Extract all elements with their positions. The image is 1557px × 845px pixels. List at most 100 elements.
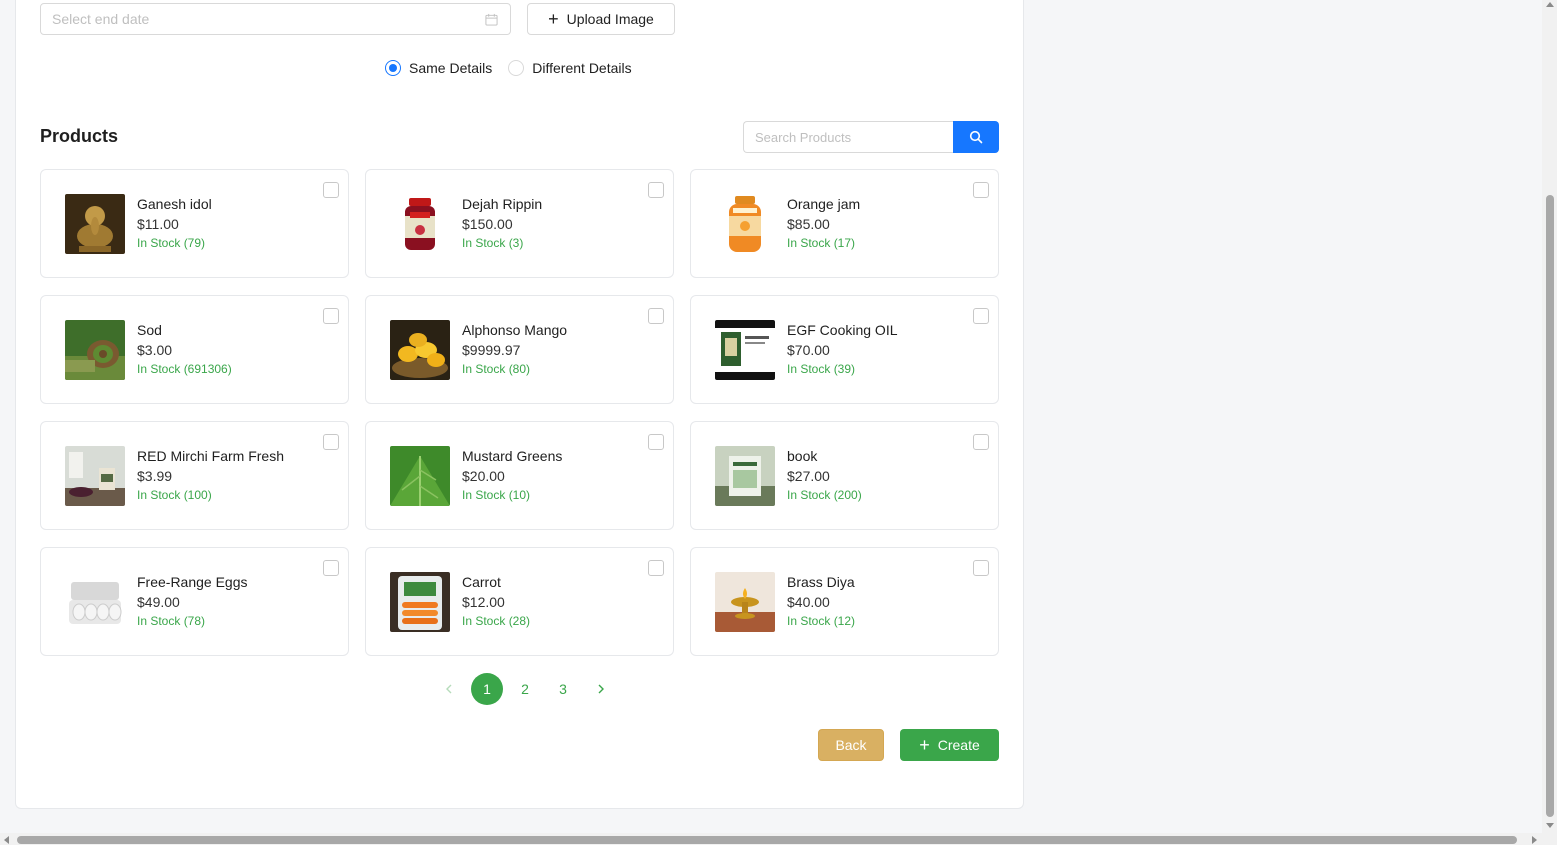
search-products-input[interactable]: [743, 121, 953, 153]
scroll-left-icon[interactable]: [4, 836, 9, 844]
product-card[interactable]: Brass Diya $40.00 In Stock (12): [690, 547, 999, 656]
product-card[interactable]: RED Mirchi Farm Fresh $3.99 In Stock (10…: [40, 421, 349, 530]
oil-tin-image: [715, 320, 775, 380]
upload-image-label: Upload Image: [566, 11, 654, 27]
radio-different-label: Different Details: [532, 60, 632, 76]
product-stock: In Stock (80): [462, 362, 531, 376]
scroll-down-icon[interactable]: [1546, 823, 1554, 828]
product-checkbox[interactable]: [323, 308, 339, 324]
product-price: $150.00: [462, 216, 513, 232]
product-stock: In Stock (79): [137, 236, 206, 250]
product-checkbox[interactable]: [323, 182, 339, 198]
sod-roll-image: [65, 320, 125, 380]
product-checkbox[interactable]: [648, 560, 664, 576]
product-price: $11.00: [137, 216, 179, 232]
product-search: [743, 121, 999, 153]
product-checkbox[interactable]: [973, 182, 989, 198]
product-card[interactable]: Mustard Greens $20.00 In Stock (10): [365, 421, 674, 530]
product-card[interactable]: Carrot $12.00 In Stock (28): [365, 547, 674, 656]
orange-jam-image: [715, 194, 775, 254]
product-stock: In Stock (78): [137, 614, 206, 628]
scroll-up-icon[interactable]: [1546, 2, 1554, 7]
product-name: Brass Diya: [787, 574, 855, 590]
product-card[interactable]: Free-Range Eggs $49.00 In Stock (78): [40, 547, 349, 656]
end-date-field[interactable]: [40, 3, 511, 35]
ganesh-idol-image: [65, 194, 125, 254]
product-name: Sod: [137, 322, 162, 338]
product-card[interactable]: Orange jam $85.00 In Stock (17): [690, 169, 999, 278]
product-checkbox[interactable]: [973, 308, 989, 324]
product-stock: In Stock (28): [462, 614, 531, 628]
create-button[interactable]: + Create: [900, 729, 999, 761]
product-name: Alphonso Mango: [462, 322, 568, 338]
radio-same-dot[interactable]: [385, 60, 401, 76]
product-name: Orange jam: [787, 196, 861, 212]
product-price: $70.00: [787, 342, 830, 358]
product-name: Ganesh idol: [137, 196, 212, 212]
prev-page-button[interactable]: [433, 673, 465, 705]
product-stock: In Stock (17): [787, 236, 856, 250]
product-card[interactable]: Dejah Rippin $150.00 In Stock (3): [365, 169, 674, 278]
radio-different-dot[interactable]: [508, 60, 525, 76]
page-2-button[interactable]: 2: [509, 673, 541, 705]
plus-icon: +: [548, 9, 559, 29]
plus-icon: +: [919, 735, 930, 755]
next-page-button[interactable]: [585, 673, 617, 705]
scroll-right-icon[interactable]: [1532, 836, 1537, 844]
search-icon: [969, 130, 983, 144]
product-price: $85.00: [787, 216, 830, 232]
back-button[interactable]: Back: [818, 729, 884, 761]
upload-image-button[interactable]: + Upload Image: [527, 3, 675, 35]
product-name: EGF Cooking OIL: [787, 322, 898, 338]
product-checkbox[interactable]: [323, 434, 339, 450]
products-heading: Products: [40, 126, 119, 146]
product-price: $40.00: [787, 594, 830, 610]
product-name: RED Mirchi Farm Fresh: [137, 448, 285, 464]
horizontal-scrollbar[interactable]: [0, 833, 1557, 845]
vertical-scrollbar[interactable]: [1542, 0, 1557, 833]
product-card[interactable]: Ganesh idol $11.00 In Stock (79): [40, 169, 349, 278]
product-card[interactable]: Alphonso Mango $9999.97 In Stock (80): [365, 295, 674, 404]
product-stock: In Stock (10): [462, 488, 531, 502]
product-checkbox[interactable]: [648, 434, 664, 450]
product-checkbox[interactable]: [973, 434, 989, 450]
vertical-scroll-thumb[interactable]: [1546, 195, 1554, 817]
product-card[interactable]: EGF Cooking OIL $70.00 In Stock (39): [690, 295, 999, 404]
mirchi-pack-image: [65, 446, 125, 506]
product-checkbox[interactable]: [648, 182, 664, 198]
details-radio-group: Same Details Different Details: [385, 60, 632, 76]
product-card[interactable]: book $27.00 In Stock (200): [690, 421, 999, 530]
product-name: Free-Range Eggs: [137, 574, 248, 590]
product-checkbox[interactable]: [973, 560, 989, 576]
page-3-button[interactable]: 3: [547, 673, 579, 705]
product-price: $20.00: [462, 468, 505, 484]
product-card[interactable]: Sod $3.00 In Stock (691306): [40, 295, 349, 404]
radio-different-details[interactable]: Different Details: [508, 60, 632, 76]
jam-jar-image: [390, 194, 450, 254]
product-stock: In Stock (39): [787, 362, 856, 376]
calendar-icon: [485, 13, 498, 26]
product-stock: In Stock (691306): [137, 362, 232, 376]
radio-same-label: Same Details: [409, 60, 493, 76]
product-checkbox[interactable]: [648, 308, 664, 324]
chevron-right-icon: [598, 684, 604, 694]
horizontal-scroll-thumb[interactable]: [17, 836, 1517, 844]
search-button[interactable]: [953, 121, 999, 153]
egg-carton-image: [65, 572, 125, 632]
carrot-bag-image: [390, 572, 450, 632]
product-name: book: [787, 448, 818, 464]
product-stock: In Stock (3): [462, 236, 524, 250]
product-name: Dejah Rippin: [462, 196, 543, 212]
product-stock: In Stock (200): [787, 488, 862, 502]
product-price: $12.00: [462, 594, 505, 610]
chevron-left-icon: [446, 684, 452, 694]
end-date-input[interactable]: [41, 4, 510, 34]
brass-diya-image: [715, 572, 775, 632]
product-stock: In Stock (100): [137, 488, 212, 502]
product-price: $3.00: [137, 342, 173, 358]
book-cover-image: [715, 446, 775, 506]
page-1-button[interactable]: 1: [471, 673, 503, 705]
product-checkbox[interactable]: [323, 560, 339, 576]
greens-leaf-image: [390, 446, 450, 506]
radio-same-details[interactable]: Same Details: [385, 60, 492, 76]
